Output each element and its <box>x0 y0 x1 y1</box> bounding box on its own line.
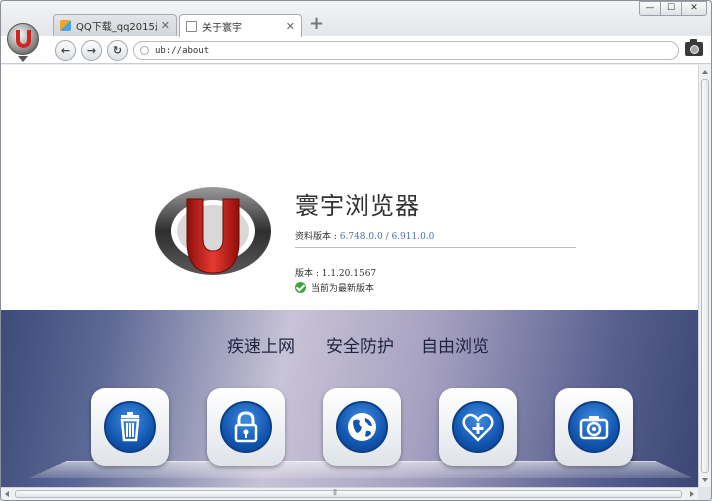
page-info-icon[interactable] <box>140 46 149 55</box>
scroll-grip: ||| <box>333 489 337 496</box>
data-version-label: 资料版本 : <box>295 232 340 242</box>
feature-tile-screenshot <box>555 388 633 466</box>
feature-tile-security <box>207 388 285 466</box>
maximize-button[interactable]: ☐ <box>660 1 682 16</box>
tab-strip: QQ下载_qq2015最新新官 ✕ 关于寰宇 ✕ + — ☐ ✕ <box>1 1 711 37</box>
back-button[interactable]: ← <box>55 40 76 61</box>
tab-qq-download[interactable]: QQ下载_qq2015最新新官 ✕ <box>53 14 177 36</box>
scroll-down-arrow-icon[interactable] <box>702 478 708 482</box>
address-input[interactable] <box>155 45 655 56</box>
data-version: 资料版本 : 6.748.0.0 / 6.911.0.0 <box>295 229 434 242</box>
qq-favicon-icon <box>60 20 71 31</box>
page-favicon-icon <box>186 20 197 32</box>
horizontal-scrollbar[interactable]: ||| <box>1 487 698 500</box>
tab-title: 关于寰宇 <box>202 22 242 34</box>
address-bar[interactable] <box>133 41 679 60</box>
horizontal-scroll-thumb[interactable] <box>15 490 682 498</box>
tab-title: QQ下载_qq2015最新新官 <box>76 22 157 33</box>
globe-icon <box>348 413 376 441</box>
scroll-up-arrow-icon[interactable] <box>702 70 708 74</box>
product-title: 寰宇浏览器 <box>295 192 420 220</box>
feature-tile-clean <box>91 388 169 466</box>
scrollbar-corner <box>698 487 711 500</box>
menu-dropdown-arrow-icon[interactable] <box>18 56 28 62</box>
feature-tile-browse <box>323 388 401 466</box>
slogan-free: 自由浏览 <box>421 337 489 357</box>
tab-about[interactable]: 关于寰宇 ✕ <box>179 14 302 37</box>
slogan-secure: 安全防护 <box>326 337 394 357</box>
screenshot-camera-icon[interactable] <box>685 39 703 56</box>
divider <box>295 247 576 248</box>
new-tab-button[interactable]: + <box>309 14 324 34</box>
tab-close-icon[interactable]: ✕ <box>161 19 170 32</box>
feature-tile-favorites <box>439 388 517 466</box>
forward-button[interactable]: → <box>81 40 102 61</box>
window-controls: — ☐ ✕ <box>639 1 707 16</box>
data-version-value: 6.748.0.0 / 6.911.0.0 <box>339 232 435 242</box>
slogan-fast: 疾速上网 <box>227 337 295 357</box>
update-status: 当前为最新版本 <box>295 281 374 294</box>
browser-logo-icon <box>155 187 271 275</box>
vertical-scroll-thumb[interactable] <box>701 79 709 473</box>
browser-window: QQ下载_qq2015最新新官 ✕ 关于寰宇 ✕ + — ☐ ✕ ← → ↻ <box>0 0 712 501</box>
feature-banner: 疾速上网 安全防护 自由浏览 <box>1 310 698 487</box>
minimize-button[interactable]: — <box>639 1 661 16</box>
check-circle-icon <box>295 282 306 293</box>
page-content: 寰宇浏览器 资料版本 : 6.748.0.0 / 6.911.0.0 版本 : … <box>1 65 698 487</box>
camera-icon <box>579 416 609 440</box>
refresh-button[interactable]: ↻ <box>107 40 128 61</box>
lock-icon <box>234 411 258 443</box>
trash-icon <box>120 412 140 442</box>
app-version: 版本 : 1.1.20.1567 <box>295 269 377 279</box>
heart-plus-icon <box>462 413 494 442</box>
scroll-right-arrow-icon[interactable] <box>690 491 694 497</box>
tab-close-icon[interactable]: ✕ <box>286 20 295 33</box>
update-status-text: 当前为最新版本 <box>311 284 375 294</box>
scroll-left-arrow-icon[interactable] <box>5 491 9 497</box>
app-menu-logo-icon[interactable] <box>7 23 39 55</box>
vertical-scrollbar[interactable] <box>698 65 711 487</box>
close-button[interactable]: ✕ <box>681 1 707 16</box>
navigation-toolbar: ← → ↻ <box>1 36 711 64</box>
